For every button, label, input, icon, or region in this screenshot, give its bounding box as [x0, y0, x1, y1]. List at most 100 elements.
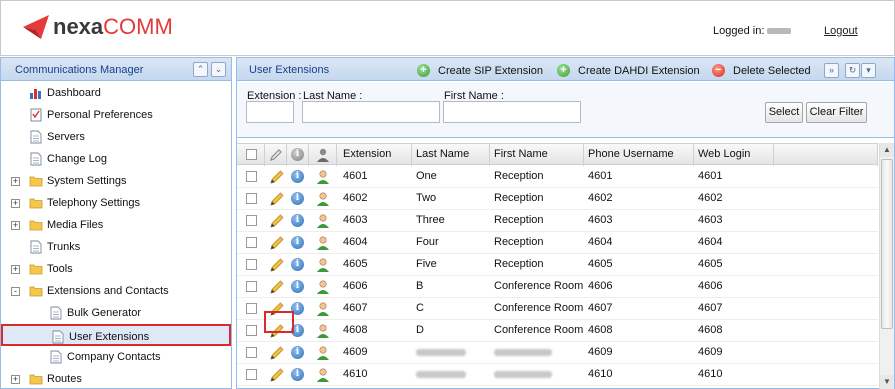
edit-pencil-icon[interactable]	[269, 169, 285, 185]
edit-pencil-icon[interactable]	[269, 279, 285, 295]
grid-vertical-scrollbar[interactable]: ▲ ▼	[879, 143, 894, 389]
row-select-checkbox[interactable]	[246, 303, 257, 314]
nav-item-routes[interactable]: + Routes	[1, 368, 231, 389]
scroll-down-icon[interactable]: ▼	[880, 375, 894, 389]
row-select-checkbox[interactable]	[246, 259, 257, 270]
info-icon[interactable]: i	[291, 258, 304, 271]
last-name-cell: C	[416, 302, 424, 314]
table-row[interactable]: i 4605 Five Reception 4605 4605	[237, 254, 878, 276]
expand-icon[interactable]: +	[11, 375, 20, 384]
table-row[interactable]: i 4601 One Reception 4601 4601	[237, 166, 878, 188]
logout-link[interactable]: Logout	[824, 25, 858, 37]
user-extension-icon[interactable]	[315, 191, 331, 207]
expand-icon[interactable]: +	[11, 221, 20, 230]
last-name-filter-input[interactable]	[302, 101, 440, 123]
scroll-up-icon[interactable]: ▲	[880, 143, 894, 157]
nav-item-servers[interactable]: Servers	[1, 126, 231, 148]
delete-selected-button[interactable]: − Delete Selected	[712, 63, 811, 78]
nav-item-tools[interactable]: + Tools	[1, 258, 231, 280]
expand-icon[interactable]: +	[11, 177, 20, 186]
first-name-column-header[interactable]: First Name	[490, 144, 584, 166]
scrollbar-thumb[interactable]	[881, 159, 893, 329]
nav-item-personal-preferences[interactable]: Personal Preferences	[1, 104, 231, 126]
user-extension-icon[interactable]	[315, 323, 331, 339]
row-select-checkbox[interactable]	[246, 171, 257, 182]
create-dahdi-extension-label: Create DAHDI Extension	[578, 64, 700, 77]
row-select-checkbox[interactable]	[246, 215, 257, 226]
nav-item-media-files[interactable]: + Media Files	[1, 214, 231, 236]
nav-item-extensions-and-contacts[interactable]: - Extensions and Contacts	[1, 280, 231, 302]
info-icon[interactable]: i	[291, 346, 304, 359]
table-row[interactable]: i 4602 Two Reception 4602 4602	[237, 188, 878, 210]
table-row[interactable]: i 4610 4610 4610	[237, 364, 878, 386]
extension-column-header[interactable]: Extension	[337, 144, 412, 166]
edit-pencil-icon[interactable]	[269, 257, 285, 273]
user-extension-icon[interactable]	[315, 367, 331, 383]
first-name-filter-input[interactable]	[443, 101, 581, 123]
expand-icon[interactable]: +	[11, 199, 20, 208]
edit-pencil-icon[interactable]	[269, 235, 285, 251]
select-button[interactable]: Select	[765, 102, 803, 123]
expand-all-icon[interactable]: ⌄	[211, 62, 226, 77]
nav-item-company-contacts[interactable]: Company Contacts	[1, 346, 231, 368]
refresh-icon[interactable]: ↻	[845, 63, 860, 78]
first-name-cell: Reception	[494, 214, 544, 226]
row-select-checkbox[interactable]	[246, 369, 257, 380]
expand-icon[interactable]: +	[11, 265, 20, 274]
create-dahdi-extension-button[interactable]: + Create DAHDI Extension	[557, 63, 700, 78]
nav-item-change-log[interactable]: Change Log	[1, 148, 231, 170]
edit-pencil-icon[interactable]	[269, 213, 285, 229]
info-icon[interactable]: i	[291, 170, 304, 183]
select-all-checkbox[interactable]	[246, 149, 257, 160]
info-icon[interactable]: i	[291, 368, 304, 381]
user-extension-icon[interactable]	[315, 235, 331, 251]
phone-username-column-header[interactable]: Phone Username	[584, 144, 694, 166]
web-login-column-header[interactable]: Web Login	[694, 144, 774, 166]
last-name-column-header[interactable]: Last Name	[412, 144, 490, 166]
row-select-checkbox[interactable]	[246, 325, 257, 336]
create-sip-extension-button[interactable]: + Create SIP Extension	[417, 63, 543, 78]
user-extension-icon[interactable]	[315, 213, 331, 229]
info-icon[interactable]: i	[291, 192, 304, 205]
collapse-icon[interactable]: -	[11, 287, 20, 296]
row-select-checkbox[interactable]	[246, 347, 257, 358]
logo-nexa-text: nexa	[53, 14, 104, 39]
row-select-checkbox[interactable]	[246, 237, 257, 248]
table-row[interactable]: i 4609 4609 4609	[237, 342, 878, 364]
table-row[interactable]: i 4608 D Conference Room 4608 4608	[237, 320, 878, 342]
edit-pencil-icon[interactable]	[269, 367, 285, 383]
info-icon[interactable]: i	[291, 214, 304, 227]
nav-item-telephony-settings[interactable]: + Telephony Settings	[1, 192, 231, 214]
nav-item-trunks[interactable]: Trunks	[1, 236, 231, 258]
panel-menu-icon[interactable]: ▾	[861, 63, 876, 78]
extension-cell: 4609	[343, 346, 368, 358]
info-icon[interactable]: i	[291, 236, 304, 249]
table-row[interactable]: i 4604 Four Reception 4604 4604	[237, 232, 878, 254]
last-name-cell	[412, 342, 490, 364]
user-extension-icon[interactable]	[315, 345, 331, 361]
table-row[interactable]: i 4607 C Conference Room 4607 4607	[237, 298, 878, 320]
row-select-checkbox[interactable]	[246, 281, 257, 292]
user-extension-icon[interactable]	[315, 301, 331, 317]
collapse-all-icon[interactable]: ⌃	[193, 62, 208, 77]
nav-item-bulk-generator[interactable]: Bulk Generator	[1, 302, 231, 324]
extension-filter-input[interactable]	[246, 101, 294, 123]
nav-item-user-extensions[interactable]: User Extensions	[1, 324, 231, 346]
user-extension-icon[interactable]	[315, 279, 331, 295]
user-extension-icon[interactable]	[315, 169, 331, 185]
last-name-cell: One	[416, 170, 437, 182]
nav-item-label: Servers	[47, 131, 85, 143]
table-row[interactable]: i 4606 B Conference Room 4606 4606	[237, 276, 878, 298]
info-icon[interactable]: i	[291, 280, 304, 293]
nav-item-label: User Extensions	[69, 331, 150, 343]
row-select-checkbox[interactable]	[246, 193, 257, 204]
first-name-cell: Reception	[494, 192, 544, 204]
edit-pencil-icon[interactable]	[269, 191, 285, 207]
user-extension-icon[interactable]	[315, 257, 331, 273]
clear-filter-button[interactable]: Clear Filter	[806, 102, 867, 123]
more-tools-icon[interactable]: »	[824, 63, 839, 78]
nav-item-system-settings[interactable]: + System Settings	[1, 170, 231, 192]
nav-item-dashboard[interactable]: Dashboard	[1, 82, 231, 104]
edit-pencil-icon[interactable]	[269, 345, 285, 361]
table-row[interactable]: i 4603 Three Reception 4603 4603	[237, 210, 878, 232]
